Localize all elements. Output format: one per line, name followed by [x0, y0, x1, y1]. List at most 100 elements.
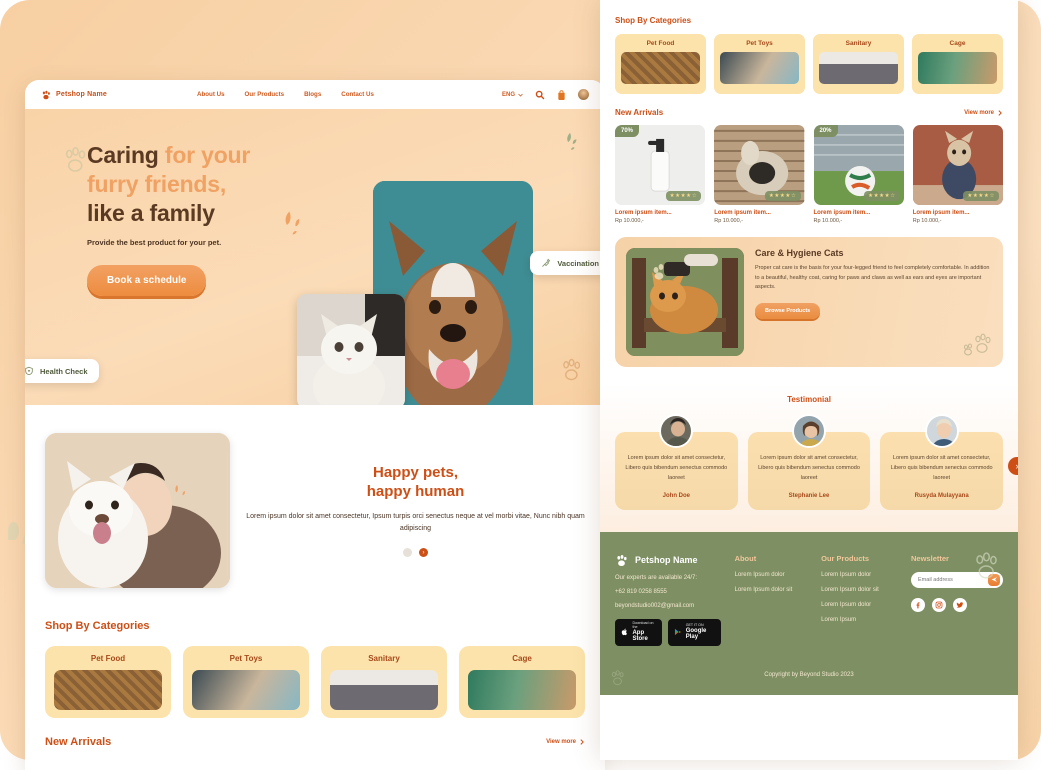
testimonial-next-button[interactable]: › [1008, 457, 1018, 476]
footer-columns: Petshop Name Our experts are available 2… [615, 553, 1004, 646]
shop-by-categories-title: Shop By Categories [615, 16, 692, 25]
footer-about-link[interactable]: Lorem Ipsum dolor sit [735, 587, 808, 593]
care-hygiene-section: Care & Hygiene Cats Proper cat care is t… [600, 237, 1018, 367]
navbar-actions: ENG [502, 89, 589, 100]
carousel-dot-prev[interactable] [403, 548, 412, 557]
carousel-dot-next[interactable]: › [419, 548, 428, 557]
leaf-splash-icon [567, 132, 577, 150]
product-card[interactable]: ★★★★☆ Lorem ipsum item... Rp 10.000,- [912, 125, 1003, 224]
category-image [621, 52, 700, 84]
category-card-cage[interactable]: Cage [459, 646, 585, 718]
category-card-pet-toys[interactable]: Pet Toys [183, 646, 309, 718]
twitter-icon[interactable] [953, 597, 968, 612]
hero-title-line1-dark: Caring [87, 142, 159, 168]
avatar [659, 414, 694, 448]
category-image [918, 52, 997, 84]
nav-link-blogs[interactable]: Blogs [304, 91, 321, 98]
book-a-schedule-button[interactable]: Book a schedule [87, 265, 207, 297]
product-card[interactable]: ★★★★☆ Lorem ipsum item... Rp 10.000,- [714, 125, 805, 224]
care-card: Care & Hygiene Cats Proper cat care is t… [615, 237, 1003, 367]
google-play-badge[interactable]: GET IT ON Google Play [668, 618, 721, 646]
happy-pets-section: Happy pets, happy human Lorem ipsum dolo… [25, 405, 605, 598]
category-card-pet-food[interactable]: Pet Food [615, 34, 706, 94]
testimonial-text: Lorem ipsum dolor sit amet consectetur, … [890, 455, 993, 481]
avatar [792, 414, 826, 448]
category-label: Sanitary [845, 40, 872, 47]
product-price: Rp 10.000,- [714, 218, 743, 224]
health-check-badge[interactable]: Health Check [25, 359, 99, 383]
user-avatar[interactable] [578, 89, 589, 100]
right-new-arrivals-section: New Arrivals View more 70% ★★★★☆ Lorem i… [600, 94, 1018, 224]
footer-product-link[interactable]: Lorem Ipsum dolor [821, 572, 897, 578]
new-arrivals-view-more[interactable]: View more [964, 110, 1003, 116]
app-store-badge[interactable]: Download on the App Store [615, 618, 663, 646]
product-card[interactable]: 70% ★★★★☆ Lorem ipsum item... Rp 10.000,… [615, 125, 706, 224]
chevron-right-icon [580, 739, 584, 745]
product-price: Rp 10.000,- [912, 218, 942, 224]
happy-pets-text: Happy pets, happy human Lorem ipsum dolo… [246, 464, 585, 557]
category-label: Pet Food [646, 40, 675, 47]
language-selector[interactable]: ENG [502, 92, 523, 98]
category-image [467, 670, 577, 710]
hero-cat-image [297, 294, 405, 405]
vaccination-badge[interactable]: Vaccination [530, 251, 605, 275]
care-body: Proper cat care is the basis for your fo… [755, 265, 990, 291]
footer-phone[interactable]: +62 819 0258 8555 [615, 589, 721, 595]
testimonial-text: Lorem ipsum dolor sit amet consectetur, … [625, 455, 728, 481]
product-price: Rp 10.000,- [615, 218, 644, 224]
happy-pets-title: Happy pets, happy human [246, 464, 585, 502]
app-badges: Download on the App Store GET IT ON Goog… [615, 618, 721, 646]
category-list: Pet Food Pet Toys Sanitary Cage [45, 646, 585, 718]
footer-product-link[interactable]: Lorem Ipsum dolor [821, 602, 897, 608]
new-arrivals-title: New Arrivals [615, 108, 664, 117]
category-label: Pet Food [90, 654, 126, 663]
footer-product-link[interactable]: Lorem Ipsum dolor sit [821, 587, 897, 593]
product-name: Lorem ipsum item... [813, 210, 871, 216]
category-label: Cage [512, 654, 532, 663]
product-card[interactable]: 20% ★★★★☆ Lorem ipsum item... Rp 10.000,… [813, 125, 904, 224]
play-triangle-icon [675, 629, 681, 636]
category-label: Cage [949, 40, 966, 47]
testimonial-card: Lorem ipsum dolor sit amet consectetur, … [747, 414, 871, 510]
brand-logo[interactable]: Petshop Name [41, 90, 107, 100]
footer-about-link[interactable]: Lorem Ipsum dolor [735, 572, 808, 578]
nav-link-our-products[interactable]: Our Products [245, 91, 285, 98]
paw-icon [976, 552, 997, 579]
footer-brand[interactable]: Petshop Name [615, 554, 721, 567]
testimonial-name: John Doe [662, 492, 690, 499]
carousel-dots: › [246, 548, 585, 557]
category-card-sanitary[interactable]: Sanitary [321, 646, 447, 718]
happy-pets-image [45, 433, 230, 588]
footer-email[interactable]: beyondstudio002@gmail.com [615, 603, 721, 609]
new-arrivals-view-more[interactable]: View more [546, 739, 585, 745]
testimonial-name: Stephanie Lee [788, 492, 830, 499]
google-play-label: Google Play [685, 627, 707, 641]
discount-badge: 70% [615, 125, 640, 137]
product-image: ★★★★☆ [912, 125, 1003, 205]
leaf-decoration [8, 522, 19, 540]
category-card-sanitary[interactable]: Sanitary [813, 34, 904, 94]
browse-products-button[interactable]: Browse Products [755, 302, 821, 319]
instagram-icon[interactable] [932, 597, 947, 612]
search-icon[interactable] [534, 89, 545, 100]
footer-products-title: Our Products [821, 553, 870, 563]
nav-link-about-us[interactable]: About Us [197, 91, 225, 98]
paw-icon [611, 669, 624, 685]
new-arrivals-title: New Arrivals [45, 736, 112, 748]
category-list: Pet Food Pet Toys Sanitary Cage [615, 34, 1003, 94]
left-new-arrivals-header: New Arrivals View more [25, 718, 605, 748]
testimonial-section: Testimonial Lorem ipsum dolor sit amet c… [600, 383, 1018, 532]
nav-link-contact-us[interactable]: Contact Us [341, 91, 374, 98]
footer-product-link[interactable]: Lorem Ipsum [821, 617, 897, 623]
paw-icon [963, 333, 991, 356]
facebook-icon[interactable] [911, 597, 926, 612]
syringe-icon [542, 258, 551, 267]
testimonial-name: Rusyda Mulayyana [914, 492, 969, 499]
category-card-pet-toys[interactable]: Pet Toys [714, 34, 805, 94]
shopping-bag-icon[interactable] [556, 89, 567, 100]
category-card-pet-food[interactable]: Pet Food [45, 646, 171, 718]
discount-badge: 20% [813, 125, 838, 137]
navbar: Petshop Name About Us Our Products Blogs… [25, 80, 605, 109]
category-card-cage[interactable]: Cage [912, 34, 1003, 94]
product-price: Rp 10.000,- [813, 218, 843, 224]
